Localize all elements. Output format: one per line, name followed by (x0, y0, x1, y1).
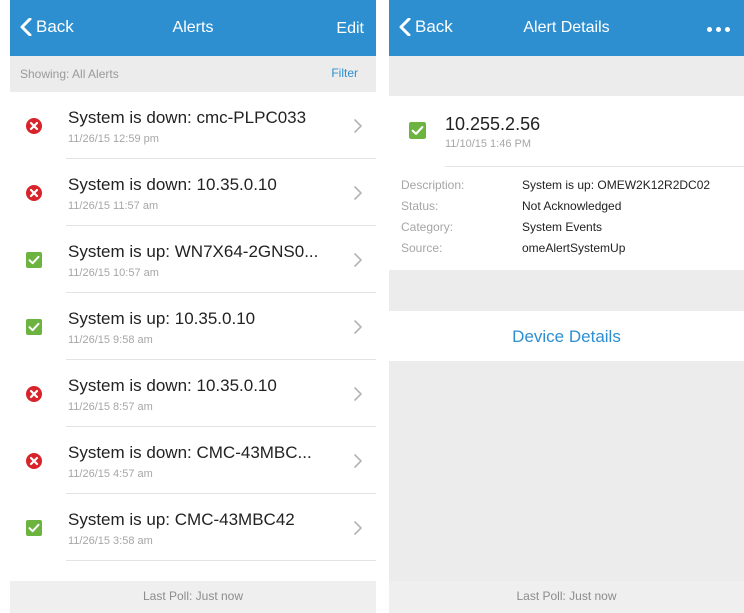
chevron-right-icon (354, 320, 362, 334)
alert-time: 11/26/15 9:58 am (68, 334, 153, 346)
property-value: System Events (522, 220, 603, 234)
checkbox-checked-icon (409, 122, 426, 139)
divider (445, 166, 744, 167)
alert-details-screen: Back Alert Details 10.255.2.56 11/10/15 … (389, 0, 744, 613)
error-x-circle-icon (26, 453, 42, 469)
device-details-label: Device Details (512, 327, 621, 346)
back-button[interactable]: Back (20, 17, 74, 37)
alert-title: System is up: WN7X64-2GNS0... (68, 242, 319, 261)
property-row: Status: Not Acknowledged (389, 197, 744, 218)
property-label: Status: (401, 199, 439, 213)
alert-title: System is down: 10.35.0.10 (68, 175, 277, 194)
more-dots-icon[interactable] (707, 27, 730, 32)
alert-time: 11/26/15 11:57 am (68, 200, 159, 212)
alert-list-item[interactable]: System is down: 10.35.0.10 11/26/15 11:57… (10, 159, 376, 226)
checkbox-checked-icon (26, 520, 42, 536)
alert-title: System is down: CMC-43MBC... (68, 443, 312, 462)
section-spacer (389, 270, 744, 311)
alert-title: System is up: 10.35.0.10 (68, 309, 256, 328)
last-poll-label: Last Poll: Just now (516, 589, 617, 603)
chevron-right-icon (354, 521, 362, 535)
showing-label: Showing: All Alerts (20, 67, 119, 81)
property-label: Source: (401, 241, 443, 255)
footer-bar: Last Poll: Just now (10, 581, 376, 613)
alert-list: System is down: cmc-PLPC033 11/26/15 12:5… (10, 92, 376, 561)
chevron-right-icon (354, 253, 362, 267)
error-x-circle-icon (26, 185, 42, 201)
alert-list-item[interactable]: System is down: cmc-PLPC033 11/26/15 12:5… (10, 92, 376, 159)
chevron-right-icon (354, 387, 362, 401)
chevron-left-icon (20, 18, 32, 36)
alert-list-item[interactable]: System is down: 10.35.0.10 11/26/15 8:57 … (10, 360, 376, 427)
chevron-right-icon (354, 454, 362, 468)
alert-device-ip: 10.255.2.56 (445, 114, 541, 134)
alert-time: 11/26/15 8:57 am (68, 401, 153, 413)
property-row: Source: omeAlertSystemUp (389, 239, 744, 260)
property-row: Category: System Events (389, 218, 744, 239)
checkbox-checked-icon (26, 319, 42, 335)
alert-title: System is up: CMC-43MBC42 (68, 510, 295, 529)
chevron-left-icon (399, 18, 411, 36)
alert-time: 11/26/15 4:57 am (68, 468, 153, 480)
top-spacer (389, 56, 744, 96)
device-details-button[interactable]: Device Details (389, 311, 744, 361)
alert-timestamp: 11/10/15 1:46 PM (445, 138, 532, 150)
alert-title: System is down: cmc-PLPC033 (68, 108, 307, 127)
filter-button[interactable]: Filter (331, 66, 358, 80)
property-value: Not Acknowledged (522, 199, 622, 213)
alert-list-item[interactable]: System is up: WN7X64-2GNS0... 11/26/15 10… (10, 226, 376, 293)
alert-properties: Description: System is up: OMEW2K12R2DC02… (389, 176, 744, 260)
bottom-spacer (389, 361, 744, 581)
alert-list-item[interactable]: System is up: CMC-43MBC42 11/26/15 3:58 a… (10, 494, 376, 561)
property-value: System is up: OMEW2K12R2DC02 (522, 178, 711, 192)
error-x-circle-icon (26, 118, 42, 134)
chevron-right-icon (354, 186, 362, 200)
alert-list-item[interactable]: System is down: CMC-43MBC... 11/26/15 4:5… (10, 427, 376, 494)
property-label: Description: (401, 178, 465, 192)
filter-bar: Showing: All Alerts Filter (10, 56, 376, 92)
alerts-navbar: Back Alerts Edit (10, 0, 376, 56)
alert-title: System is down: 10.35.0.10 (68, 376, 277, 395)
footer-bar: Last Poll: Just now (389, 581, 744, 613)
alert-time: 11/26/15 12:59 pm (68, 133, 159, 145)
alert-time: 11/26/15 10:57 am (68, 267, 159, 279)
chevron-right-icon (354, 119, 362, 133)
alert-list-item[interactable]: System is up: 10.35.0.10 11/26/15 9:58 am (10, 293, 376, 360)
error-x-circle-icon (26, 386, 42, 402)
alert-time: 11/26/15 3:58 am (68, 535, 153, 547)
property-value: omeAlertSystemUp (522, 241, 626, 255)
alerts-screen: Back Alerts Edit Showing: All Alerts Fil… (10, 0, 376, 613)
details-navbar: Back Alert Details (389, 0, 744, 56)
back-button[interactable]: Back (399, 17, 453, 37)
back-label: Back (415, 17, 453, 36)
edit-button[interactable]: Edit (336, 20, 364, 38)
property-label: Category: (401, 220, 454, 234)
checkbox-checked-icon (26, 252, 42, 268)
back-label: Back (36, 17, 74, 36)
last-poll-label: Last Poll: Just now (142, 589, 244, 603)
property-row: Description: System is up: OMEW2K12R2DC02 (389, 176, 744, 197)
divider (66, 560, 376, 561)
